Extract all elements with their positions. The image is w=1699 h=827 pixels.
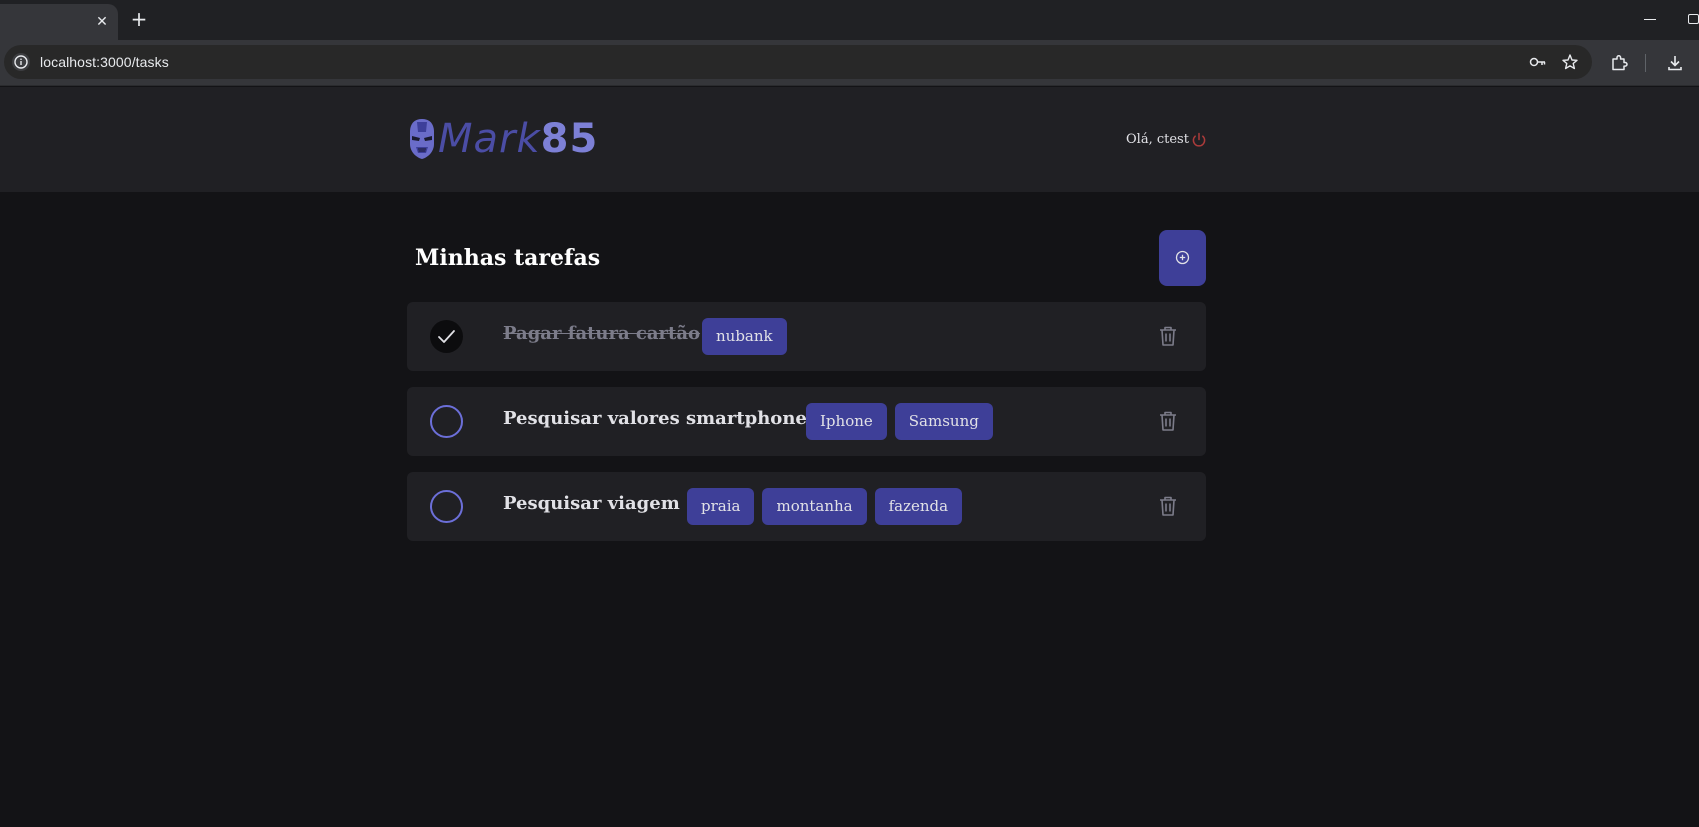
browser-toolbar: localhost:3000/tasks: [0, 40, 1699, 86]
add-task-button[interactable]: [1159, 230, 1206, 286]
url-text[interactable]: localhost:3000/tasks: [40, 54, 169, 70]
password-key-icon[interactable]: [1529, 53, 1547, 71]
trash-icon[interactable]: [1158, 410, 1178, 432]
task-title: Pagar fatura cartão: [503, 323, 701, 344]
task-tag: nubank: [702, 318, 787, 355]
checkmark-icon: [438, 330, 455, 343]
maximize-window-icon[interactable]: [1688, 14, 1699, 24]
task-item: Pesquisar viagem praia montanha fazenda: [407, 472, 1206, 541]
extensions-icon[interactable]: [1609, 53, 1629, 73]
close-tab-icon[interactable]: ✕: [94, 14, 110, 30]
bookmark-star-icon[interactable]: [1561, 53, 1579, 71]
task-tags: Iphone Samsung: [806, 403, 993, 440]
app-header: Mark85 Olá, ctest: [0, 87, 1699, 192]
trash-icon[interactable]: [1158, 495, 1178, 517]
trash-icon[interactable]: [1158, 325, 1178, 347]
task-tags: nubank: [702, 318, 787, 355]
brand-name: Mark85: [438, 117, 598, 161]
task-tags: praia montanha fazenda: [687, 488, 963, 525]
task-tag: montanha: [762, 488, 867, 525]
minimize-window-icon[interactable]: [1644, 19, 1656, 20]
site-info-icon[interactable]: [12, 53, 30, 71]
task-title: Pesquisar viagem: [503, 493, 680, 514]
power-icon[interactable]: [1190, 131, 1208, 149]
iron-helmet-icon: [410, 119, 434, 159]
brand-name-main: Mark: [438, 116, 541, 162]
toolbar-divider: [1645, 54, 1646, 72]
task-title: Pesquisar valores smartphone: [503, 408, 807, 429]
page-title: Minhas tarefas: [415, 245, 601, 271]
new-tab-icon[interactable]: +: [129, 8, 149, 30]
task-tag: fazenda: [874, 488, 963, 525]
brand-logo[interactable]: Mark85: [408, 117, 598, 161]
task-tag: Iphone: [806, 403, 887, 440]
brand-name-accent: 85: [540, 116, 599, 162]
task-item: Pagar fatura cartão nubank: [407, 302, 1206, 371]
browser-tab-bar: ✕ +: [0, 0, 1699, 40]
address-bar[interactable]: localhost:3000/tasks: [4, 45, 1592, 79]
browser-tab[interactable]: ✕: [0, 4, 118, 40]
download-icon[interactable]: [1665, 53, 1685, 73]
task-toggle-done[interactable]: [430, 490, 463, 523]
plus-circle-icon: [1175, 250, 1190, 265]
task-tag: praia: [687, 488, 755, 525]
user-greeting: Olá, ctest: [1126, 132, 1189, 147]
task-tag: Samsung: [894, 403, 993, 440]
task-toggle-done[interactable]: [430, 320, 463, 353]
task-toggle-done[interactable]: [430, 405, 463, 438]
task-item: Pesquisar valores smartphone Iphone Sams…: [407, 387, 1206, 456]
